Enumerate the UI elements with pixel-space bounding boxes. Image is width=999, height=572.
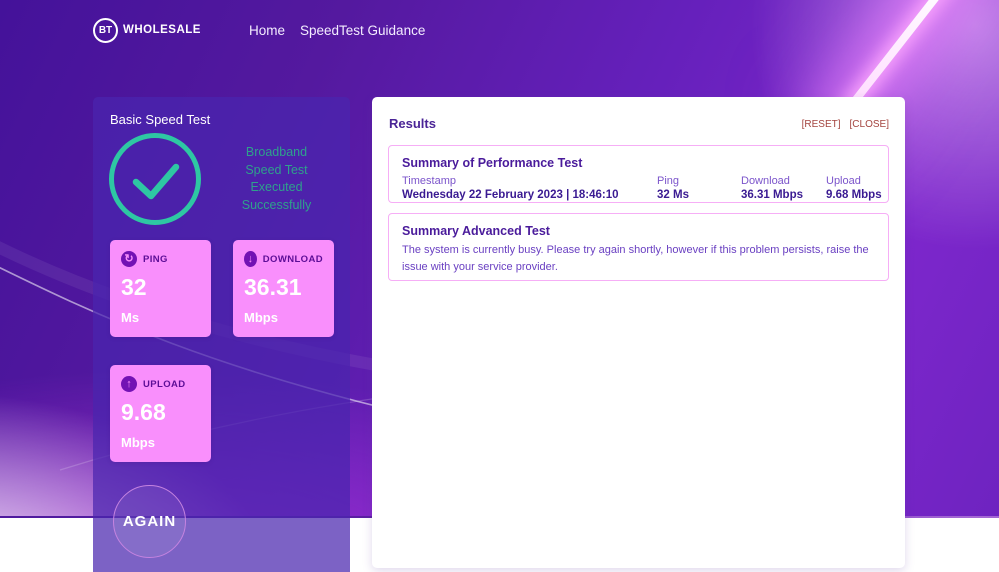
upload-icon: ↑ xyxy=(121,376,137,392)
metric-head: ↑ UPLOAD xyxy=(121,376,200,392)
download-icon: ↓ xyxy=(244,251,257,267)
bt-logo-icon: BT xyxy=(93,18,118,43)
performance-summary-box: Summary of Performance Test Timestamp We… xyxy=(388,145,889,203)
column-label: Timestamp xyxy=(402,175,657,187)
metric-label: DOWNLOAD xyxy=(263,254,323,265)
download-result-value: 36.31 Mbps xyxy=(741,189,826,201)
performance-summary-title: Summary of Performance Test xyxy=(402,156,875,170)
main-nav: Home SpeedTest Guidance xyxy=(249,23,425,38)
download-unit: Mbps xyxy=(244,310,323,325)
success-line: Executed xyxy=(218,179,335,197)
bt-wholesale-logo[interactable]: BT WHOLESALE xyxy=(93,18,201,43)
top-navigation-bar: BT WHOLESALE Home SpeedTest Guidance xyxy=(0,0,999,60)
ping-unit: Ms xyxy=(121,310,200,325)
upload-result-value: 9.68 Mbps xyxy=(826,189,882,201)
download-value: 36.31 xyxy=(244,274,323,301)
success-check-icon xyxy=(108,132,202,226)
advanced-summary-title: Summary Advanced Test xyxy=(402,224,875,238)
download-metric-card: ↓ DOWNLOAD 36.31 Mbps xyxy=(233,240,334,337)
reset-link[interactable]: [RESET] xyxy=(802,119,841,130)
panel-title: Basic Speed Test xyxy=(110,112,210,127)
ping-column: Ping 32 Ms xyxy=(657,175,741,201)
ping-icon: ↻ xyxy=(121,251,137,267)
success-line: Broadband xyxy=(218,144,335,162)
ping-metric-card: ↻ PING 32 Ms xyxy=(110,240,211,337)
timestamp-value: Wednesday 22 February 2023 | 18:46:10 xyxy=(402,189,657,201)
success-line: Speed Test xyxy=(218,162,335,180)
test-status: Broadband Speed Test Executed Successful… xyxy=(108,132,335,226)
basic-speed-test-panel: Basic Speed Test Broadband Speed Test Ex… xyxy=(93,97,350,572)
column-label: Upload xyxy=(826,175,882,187)
nav-link-home[interactable]: Home xyxy=(249,23,285,38)
ping-value: 32 xyxy=(121,274,200,301)
results-title: Results xyxy=(389,116,436,131)
performance-summary-row: Timestamp Wednesday 22 February 2023 | 1… xyxy=(402,175,875,201)
advanced-summary-message: The system is currently busy. Please try… xyxy=(402,242,875,275)
logo-wordmark: WHOLESALE xyxy=(123,24,201,36)
upload-metric-card: ↑ UPLOAD 9.68 Mbps xyxy=(110,365,211,462)
metric-label: UPLOAD xyxy=(143,379,186,390)
metric-label: PING xyxy=(143,254,168,265)
timestamp-column: Timestamp Wednesday 22 February 2023 | 1… xyxy=(402,175,657,201)
column-label: Ping xyxy=(657,175,741,187)
nav-link-speedtest-guidance[interactable]: SpeedTest Guidance xyxy=(300,23,425,38)
metric-head: ↓ DOWNLOAD xyxy=(244,251,323,267)
results-panel: Results [RESET] [CLOSE] Summary of Perfo… xyxy=(372,97,905,568)
upload-value: 9.68 xyxy=(121,399,200,426)
again-button[interactable]: AGAIN xyxy=(113,485,186,558)
upload-column: Upload 9.68 Mbps xyxy=(826,175,882,201)
upload-unit: Mbps xyxy=(121,435,200,450)
close-link[interactable]: [CLOSE] xyxy=(850,119,889,130)
results-actions: [RESET] [CLOSE] xyxy=(802,119,889,130)
column-label: Download xyxy=(741,175,826,187)
success-message: Broadband Speed Test Executed Successful… xyxy=(202,144,335,214)
metric-head: ↻ PING xyxy=(121,251,200,267)
advanced-summary-box: Summary Advanced Test The system is curr… xyxy=(388,213,889,281)
ping-result-value: 32 Ms xyxy=(657,189,741,201)
download-column: Download 36.31 Mbps xyxy=(741,175,826,201)
success-line: Successfully xyxy=(218,197,335,215)
